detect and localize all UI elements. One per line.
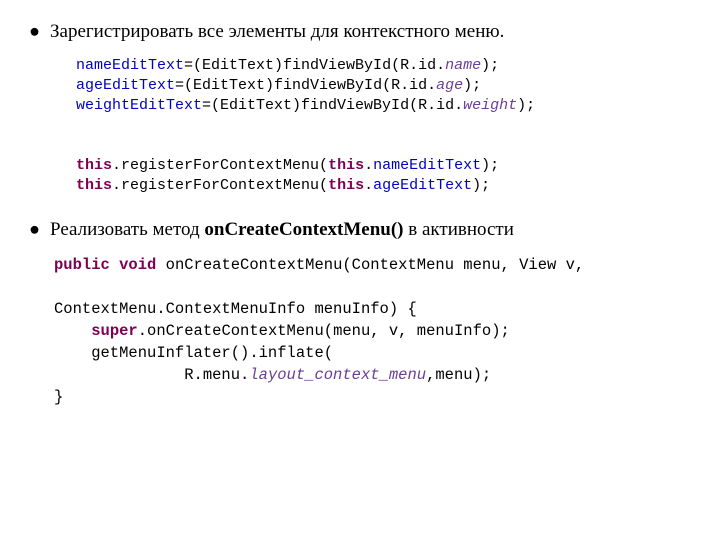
bullet-glyph-icon: ⦁ [30, 20, 50, 42]
code-token: ); [472, 177, 490, 194]
bullet-text-2-post: в активности [404, 219, 514, 240]
code-token: onCreateContextMenu(ContextMenu menu, Vi… [156, 256, 584, 274]
code-token: name [445, 57, 481, 74]
code-token: this [328, 157, 364, 174]
bullet-implement: ⦁ Реализовать метод onCreateContextMenu(… [30, 218, 690, 242]
code-token: =(EditText)findViewById(R.id. [202, 97, 463, 114]
code-token: age [436, 77, 463, 94]
code-token: ageEditText [76, 77, 175, 94]
code-block-oncreate: public void onCreateContextMenu(ContextM… [54, 254, 690, 408]
bullet-text-2-bold: onCreateContextMenu() [204, 219, 403, 240]
code-token: super [91, 322, 138, 340]
bullet-register: ⦁ Зарегистрировать все элементы для конт… [30, 20, 690, 44]
code-token: public [54, 256, 110, 274]
code-token [54, 322, 91, 340]
bullet-text-2: Реализовать метод onCreateContextMenu() … [50, 218, 514, 242]
code-token: ); [481, 157, 499, 174]
code-token: nameEditText [373, 157, 481, 174]
code-token: weightEditText [76, 97, 202, 114]
code-token: } [54, 388, 63, 406]
code-token: =(EditText)findViewById(R.id. [175, 77, 436, 94]
bullet-glyph-icon: ⦁ [30, 218, 50, 240]
code-token: getMenuInflater().inflate( [54, 344, 333, 362]
code-token: . [364, 177, 373, 194]
code-token: ,menu); [426, 366, 491, 384]
code-token: . [364, 157, 373, 174]
code-token: ); [517, 97, 535, 114]
code-token: void [119, 256, 156, 274]
code-token: ContextMenu.ContextMenuInfo menuInfo) { [54, 300, 417, 318]
code-block-register: nameEditText=(EditText)findViewById(R.id… [76, 56, 690, 196]
code-token: .onCreateContextMenu(menu, v, menuInfo); [138, 322, 510, 340]
code-token: this [76, 177, 112, 194]
code-token: .registerForContextMenu( [112, 177, 328, 194]
code-token: .registerForContextMenu( [112, 157, 328, 174]
code-token [110, 256, 119, 274]
bullet-text-1: Зарегистрировать все элементы для контек… [50, 20, 504, 44]
code-token: ); [463, 77, 481, 94]
code-token: nameEditText [76, 57, 184, 74]
code-token: layout_context_menu [249, 366, 426, 384]
code-token: weight [463, 97, 517, 114]
code-token: this [328, 177, 364, 194]
code-token: R.menu. [54, 366, 249, 384]
code-token: this [76, 157, 112, 174]
bullet-text-2-pre: Реализовать метод [50, 219, 204, 240]
code-token: ); [481, 57, 499, 74]
code-token: ageEditText [373, 177, 472, 194]
code-token: =(EditText)findViewById(R.id. [184, 57, 445, 74]
